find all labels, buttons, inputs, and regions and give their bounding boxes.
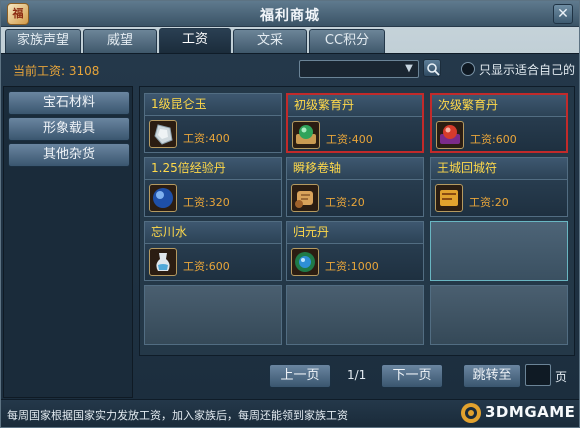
category-gem-materials[interactable]: 宝石材料 <box>8 91 130 115</box>
item-name: 次级繁育丹 <box>432 95 566 117</box>
item-name: 忘川水 <box>145 222 281 244</box>
tab-prestige[interactable]: 威望 <box>83 29 157 53</box>
category-sidebar: 宝石材料 形象载具 其他杂货 <box>3 86 133 398</box>
watermark: 3DMGAME <box>459 401 577 425</box>
green-pill-icon <box>292 121 320 149</box>
shop-content: 当前工资: 3108 ▼ 只显示适合自己的 宝石材料 形象载具 其他杂货 1级昆… <box>1 53 579 399</box>
tab-wage[interactable]: 工资 <box>159 28 231 53</box>
red-pill-icon <box>436 121 464 149</box>
item-name: 1.25倍经验丹 <box>145 158 281 180</box>
search-icon <box>427 63 440 76</box>
item-wage: 工资:20 <box>325 196 365 209</box>
tab-literary[interactable]: 文采 <box>233 29 307 53</box>
item-cell[interactable]: 初级繁育丹 工资:400 <box>286 93 424 153</box>
close-icon[interactable]: ✕ <box>553 4 573 24</box>
item-wage: 工资:20 <box>469 196 509 209</box>
page-indicator: 1/1 <box>347 368 367 382</box>
chevron-down-icon[interactable]: ▼ <box>402 62 416 76</box>
item-name: 归元丹 <box>287 222 423 244</box>
page-number-input[interactable] <box>525 364 551 386</box>
item-name: 王城回城符 <box>431 158 567 180</box>
return-scroll-icon <box>435 184 463 212</box>
category-appearance-mounts[interactable]: 形象载具 <box>8 117 130 141</box>
item-cell[interactable]: 王城回城符 工资:20 <box>430 157 568 217</box>
item-cell[interactable]: 忘川水 工资:600 <box>144 221 282 281</box>
item-name: 初级繁育丹 <box>288 95 422 117</box>
item-wage: 工资:600 <box>470 133 517 146</box>
scroll-icon <box>291 184 319 212</box>
empty-slot <box>144 285 282 345</box>
empty-slot <box>430 285 568 345</box>
search-button[interactable] <box>423 59 441 77</box>
empty-slot <box>286 285 424 345</box>
jade-stone-icon <box>149 120 177 148</box>
only-suitable-checkbox[interactable] <box>461 62 475 76</box>
page-unit-label: 页 <box>555 370 568 384</box>
item-name: 瞬移卷轴 <box>287 158 423 180</box>
item-wage: 工资:320 <box>183 196 230 209</box>
empty-slot <box>430 221 568 281</box>
blue-orb-icon <box>149 184 177 212</box>
item-cell[interactable]: 归元丹 工资:1000 <box>286 221 424 281</box>
item-cell[interactable]: 瞬移卷轴 工资:20 <box>286 157 424 217</box>
watermark-logo-icon <box>461 403 481 423</box>
filter-dropdown[interactable]: ▼ <box>299 60 419 78</box>
item-cell[interactable]: 1级昆仑玉 工资:400 <box>144 93 282 153</box>
orb-pill-icon <box>291 248 319 276</box>
footer-info: 每周国家根据国家实力发放工资，加入家族后，每周还能领到家族工资 <box>7 409 348 422</box>
watermark-text: 3DMGAME <box>485 403 576 421</box>
tab-cc-points[interactable]: CC积分 <box>309 29 385 53</box>
current-wage: 当前工资: 3108 <box>13 64 100 78</box>
item-wage: 工资:600 <box>183 260 230 273</box>
item-name: 1级昆仑玉 <box>145 94 281 116</box>
jump-to-button[interactable]: 跳转至 <box>463 364 521 388</box>
item-wage: 工资:400 <box>326 133 373 146</box>
next-page-button[interactable]: 下一页 <box>381 364 443 388</box>
title-bar[interactable]: 福 福利商城 ✕ <box>1 1 579 27</box>
category-misc-goods[interactable]: 其他杂货 <box>8 143 130 167</box>
window-title: 福利商城 <box>260 8 320 24</box>
item-grid: 1级昆仑玉 工资:400 初级繁育丹 工资:400 次级繁育丹 工资:600 1… <box>139 86 575 356</box>
welfare-shop-window: 福 福利商城 ✕ 家族声望 威望 工资 文采 CC积分 当前工资: 3108 ▼… <box>0 0 580 428</box>
water-flask-icon <box>149 248 177 276</box>
item-wage: 工资:1000 <box>325 260 379 273</box>
item-cell[interactable]: 次级繁育丹 工资:600 <box>430 93 568 153</box>
tab-family-reputation[interactable]: 家族声望 <box>5 29 81 53</box>
only-suitable-label: 只显示适合自己的 <box>479 63 576 77</box>
prev-page-button[interactable]: 上一页 <box>269 364 331 388</box>
item-cell[interactable]: 1.25倍经验丹 工资:320 <box>144 157 282 217</box>
item-wage: 工资:400 <box>183 132 230 145</box>
